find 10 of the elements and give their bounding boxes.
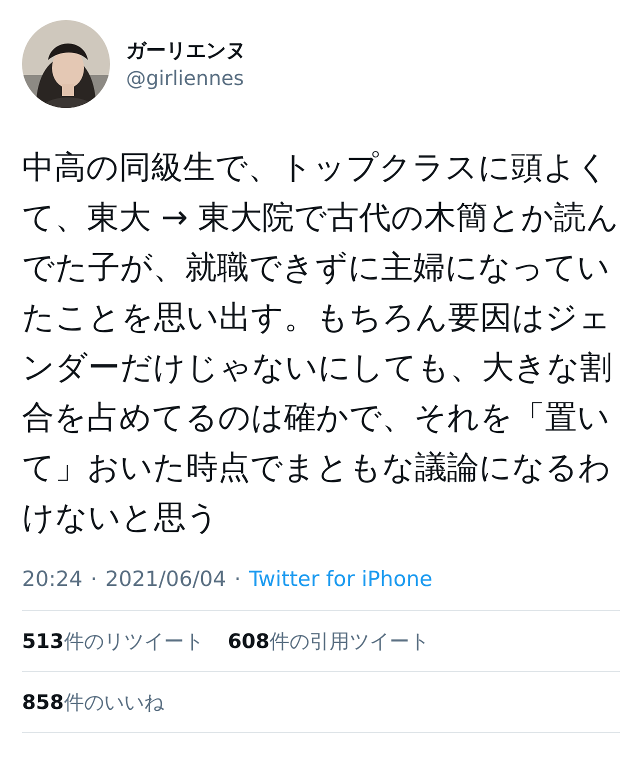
stat-count[interactable]: 608件の引用ツイート xyxy=(228,626,430,656)
tweet-text: 中高の同級生で、トップクラスに頭よくて、東大 → 東大院で古代の木簡とか読んでた子が、就職できずに主婦になっていたことを思い出す。もちろん要因はジェンダーだけじゃないにしても、大きな割合を占めてるのは確かで、それを「置いて」おいた時点でまともな議論になるわけないと思う xyxy=(22,147,620,538)
author-name: ガーリエンヌ xyxy=(126,38,246,62)
tweet-time: 20:24 xyxy=(22,566,83,593)
stat-count[interactable]: 513件のリツイート xyxy=(22,626,204,656)
separator-dot: · xyxy=(234,566,241,593)
tweet-date: 2021/06/04 xyxy=(105,566,226,593)
author-handle: @girliennes xyxy=(126,66,245,90)
separator-dot: · xyxy=(90,566,98,593)
stat-count[interactable]: 858件のいいね xyxy=(22,686,164,716)
